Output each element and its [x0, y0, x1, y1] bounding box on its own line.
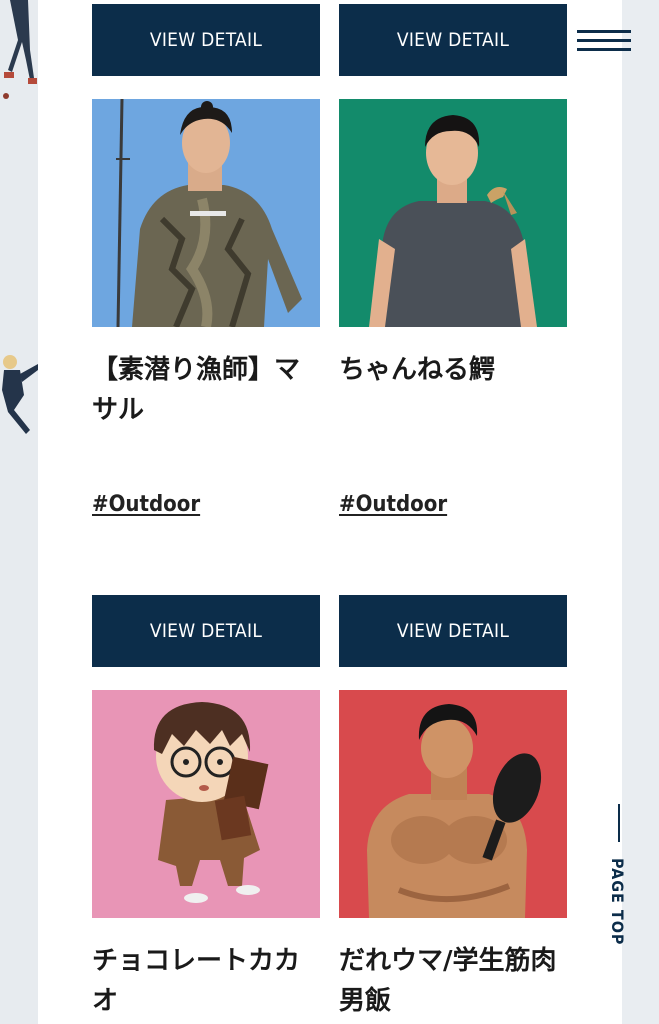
page-top-link[interactable]: PAGE TOP — [600, 800, 640, 950]
creator-name: チョコレートカカオ — [92, 946, 301, 1016]
decorative-figures-middle — [2, 355, 38, 434]
view-detail-button[interactable]: VIEW DETAIL — [339, 4, 567, 76]
creator-name: だれウマ/学生筋肉男飯 — [339, 946, 557, 1016]
man-with-lizard-image — [339, 99, 567, 327]
page-top-line — [618, 804, 620, 842]
view-detail-button[interactable]: VIEW DETAIL — [92, 595, 320, 667]
creator-name: ちゃんねる鰐 — [339, 355, 496, 385]
muscle-man-with-pan-image — [339, 690, 567, 918]
creator-thumbnail[interactable] — [339, 99, 567, 327]
left-decor-strip — [0, 0, 38, 1024]
chocolate-character-image — [92, 690, 320, 918]
diver-portrait-image — [92, 99, 320, 327]
creator-thumbnail[interactable] — [339, 690, 567, 918]
view-detail-button[interactable]: VIEW DETAIL — [339, 595, 567, 667]
view-detail-button[interactable]: VIEW DETAIL — [92, 4, 320, 76]
category-tag-link[interactable]: #Outdoor — [92, 492, 200, 517]
creator-thumbnail[interactable] — [92, 99, 320, 327]
creator-thumbnail[interactable] — [92, 690, 320, 918]
decorative-figures-top — [3, 0, 37, 99]
hamburger-menu-icon[interactable] — [574, 24, 634, 58]
category-tag-link[interactable]: #Outdoor — [339, 492, 447, 517]
page-top-label: PAGE TOP — [608, 858, 627, 946]
creator-name: 【素潜り漁師】マサル — [92, 355, 301, 425]
